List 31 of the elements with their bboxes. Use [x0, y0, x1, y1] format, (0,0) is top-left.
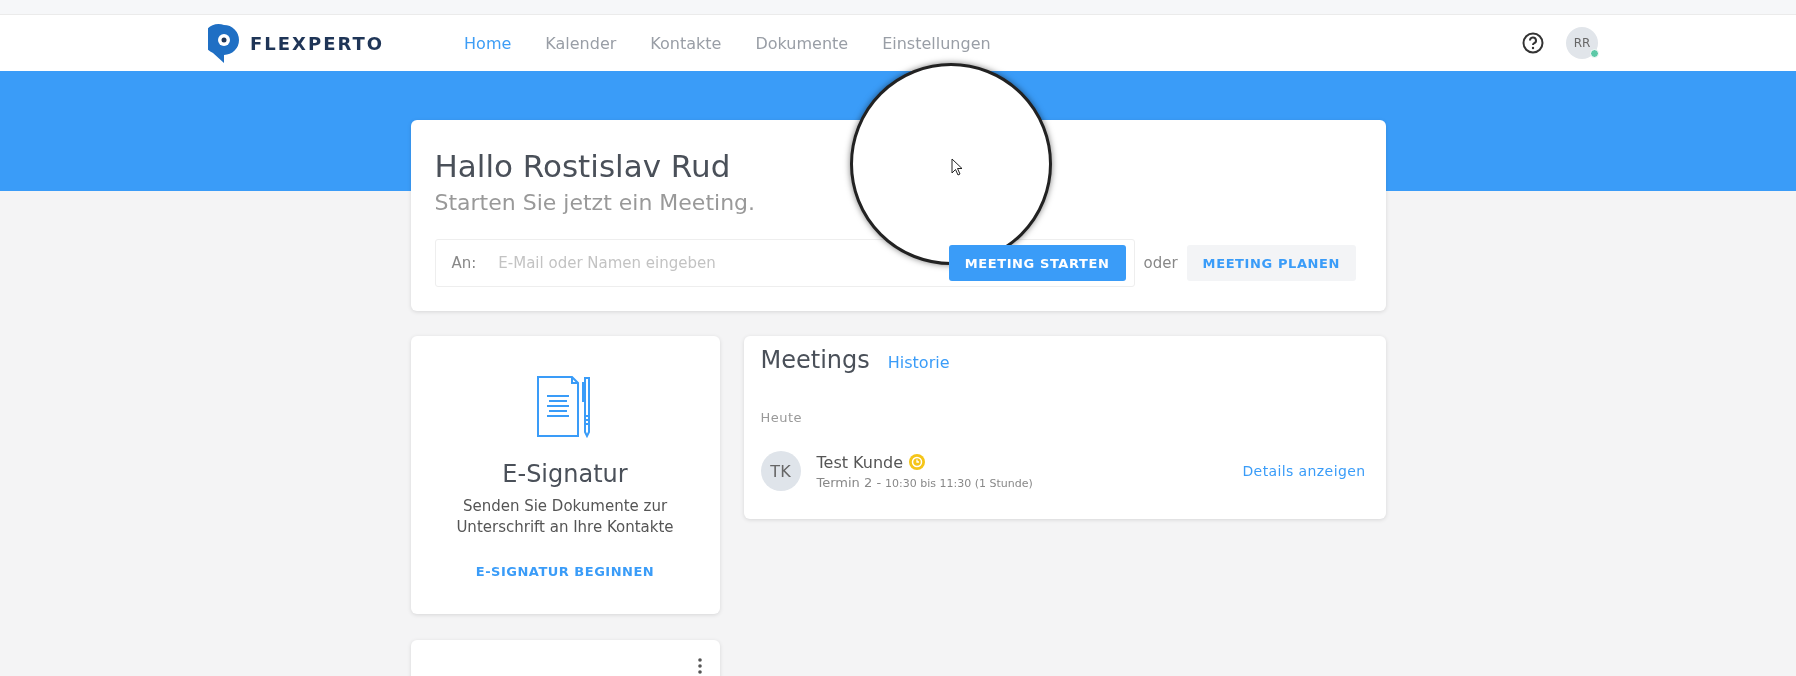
document-pen-icon — [537, 376, 593, 438]
more-options-icon[interactable] — [697, 658, 702, 674]
contact-name: Test Kunde — [816, 452, 904, 472]
help-icon[interactable] — [1522, 32, 1544, 54]
nav-link[interactable]: Home — [464, 33, 512, 53]
nav-link[interactable]: Einstellungen — [882, 33, 991, 53]
greeting-subtitle: Starten Sie jetzt ein Meeting. — [434, 190, 756, 215]
start-meeting-button[interactable]: MEETING STARTEN — [948, 245, 1126, 281]
meetings-title: Meetings — [760, 346, 870, 374]
esignature-description: Senden Sie Dokumente zur Unterschrift an Ihre Kontakte — [455, 496, 675, 538]
nav-link[interactable]: Dokumente — [755, 33, 849, 53]
or-text: oder — [1143, 254, 1178, 272]
plan-meeting-button[interactable]: MEETING PLANEN — [1186, 245, 1356, 281]
nav-link[interactable]: Kontakte — [650, 33, 722, 53]
clock-status-icon — [909, 454, 926, 470]
greeting-title: Hallo Rostislav Rud — [434, 148, 731, 184]
history-link[interactable]: Historie — [887, 353, 950, 372]
user-avatar[interactable]: RR — [1566, 27, 1598, 59]
recipient-field[interactable]: An: E-Mail oder Namen eingeben MEETING STARTEN — [434, 239, 1135, 287]
day-group-label: Heute — [760, 410, 804, 425]
contact-avatar: TK — [760, 451, 801, 491]
logo-text: FLEXPERTO — [250, 32, 385, 54]
logo-icon — [208, 23, 240, 63]
appointment-label: Termin 2 - — [816, 474, 882, 490]
esignature-title: E-Signatur — [502, 460, 628, 488]
nav-link[interactable]: Kalender — [545, 33, 617, 53]
meeting-time: 10:30 bis 11:30 (1 Stunde) — [885, 476, 1033, 490]
to-label: An: — [451, 254, 477, 272]
details-link[interactable]: Details anzeigen — [1242, 463, 1366, 479]
start-esignature-link[interactable]: E-SIGNATUR BEGINNEN — [475, 564, 655, 579]
mouse-cursor-icon — [951, 158, 963, 176]
